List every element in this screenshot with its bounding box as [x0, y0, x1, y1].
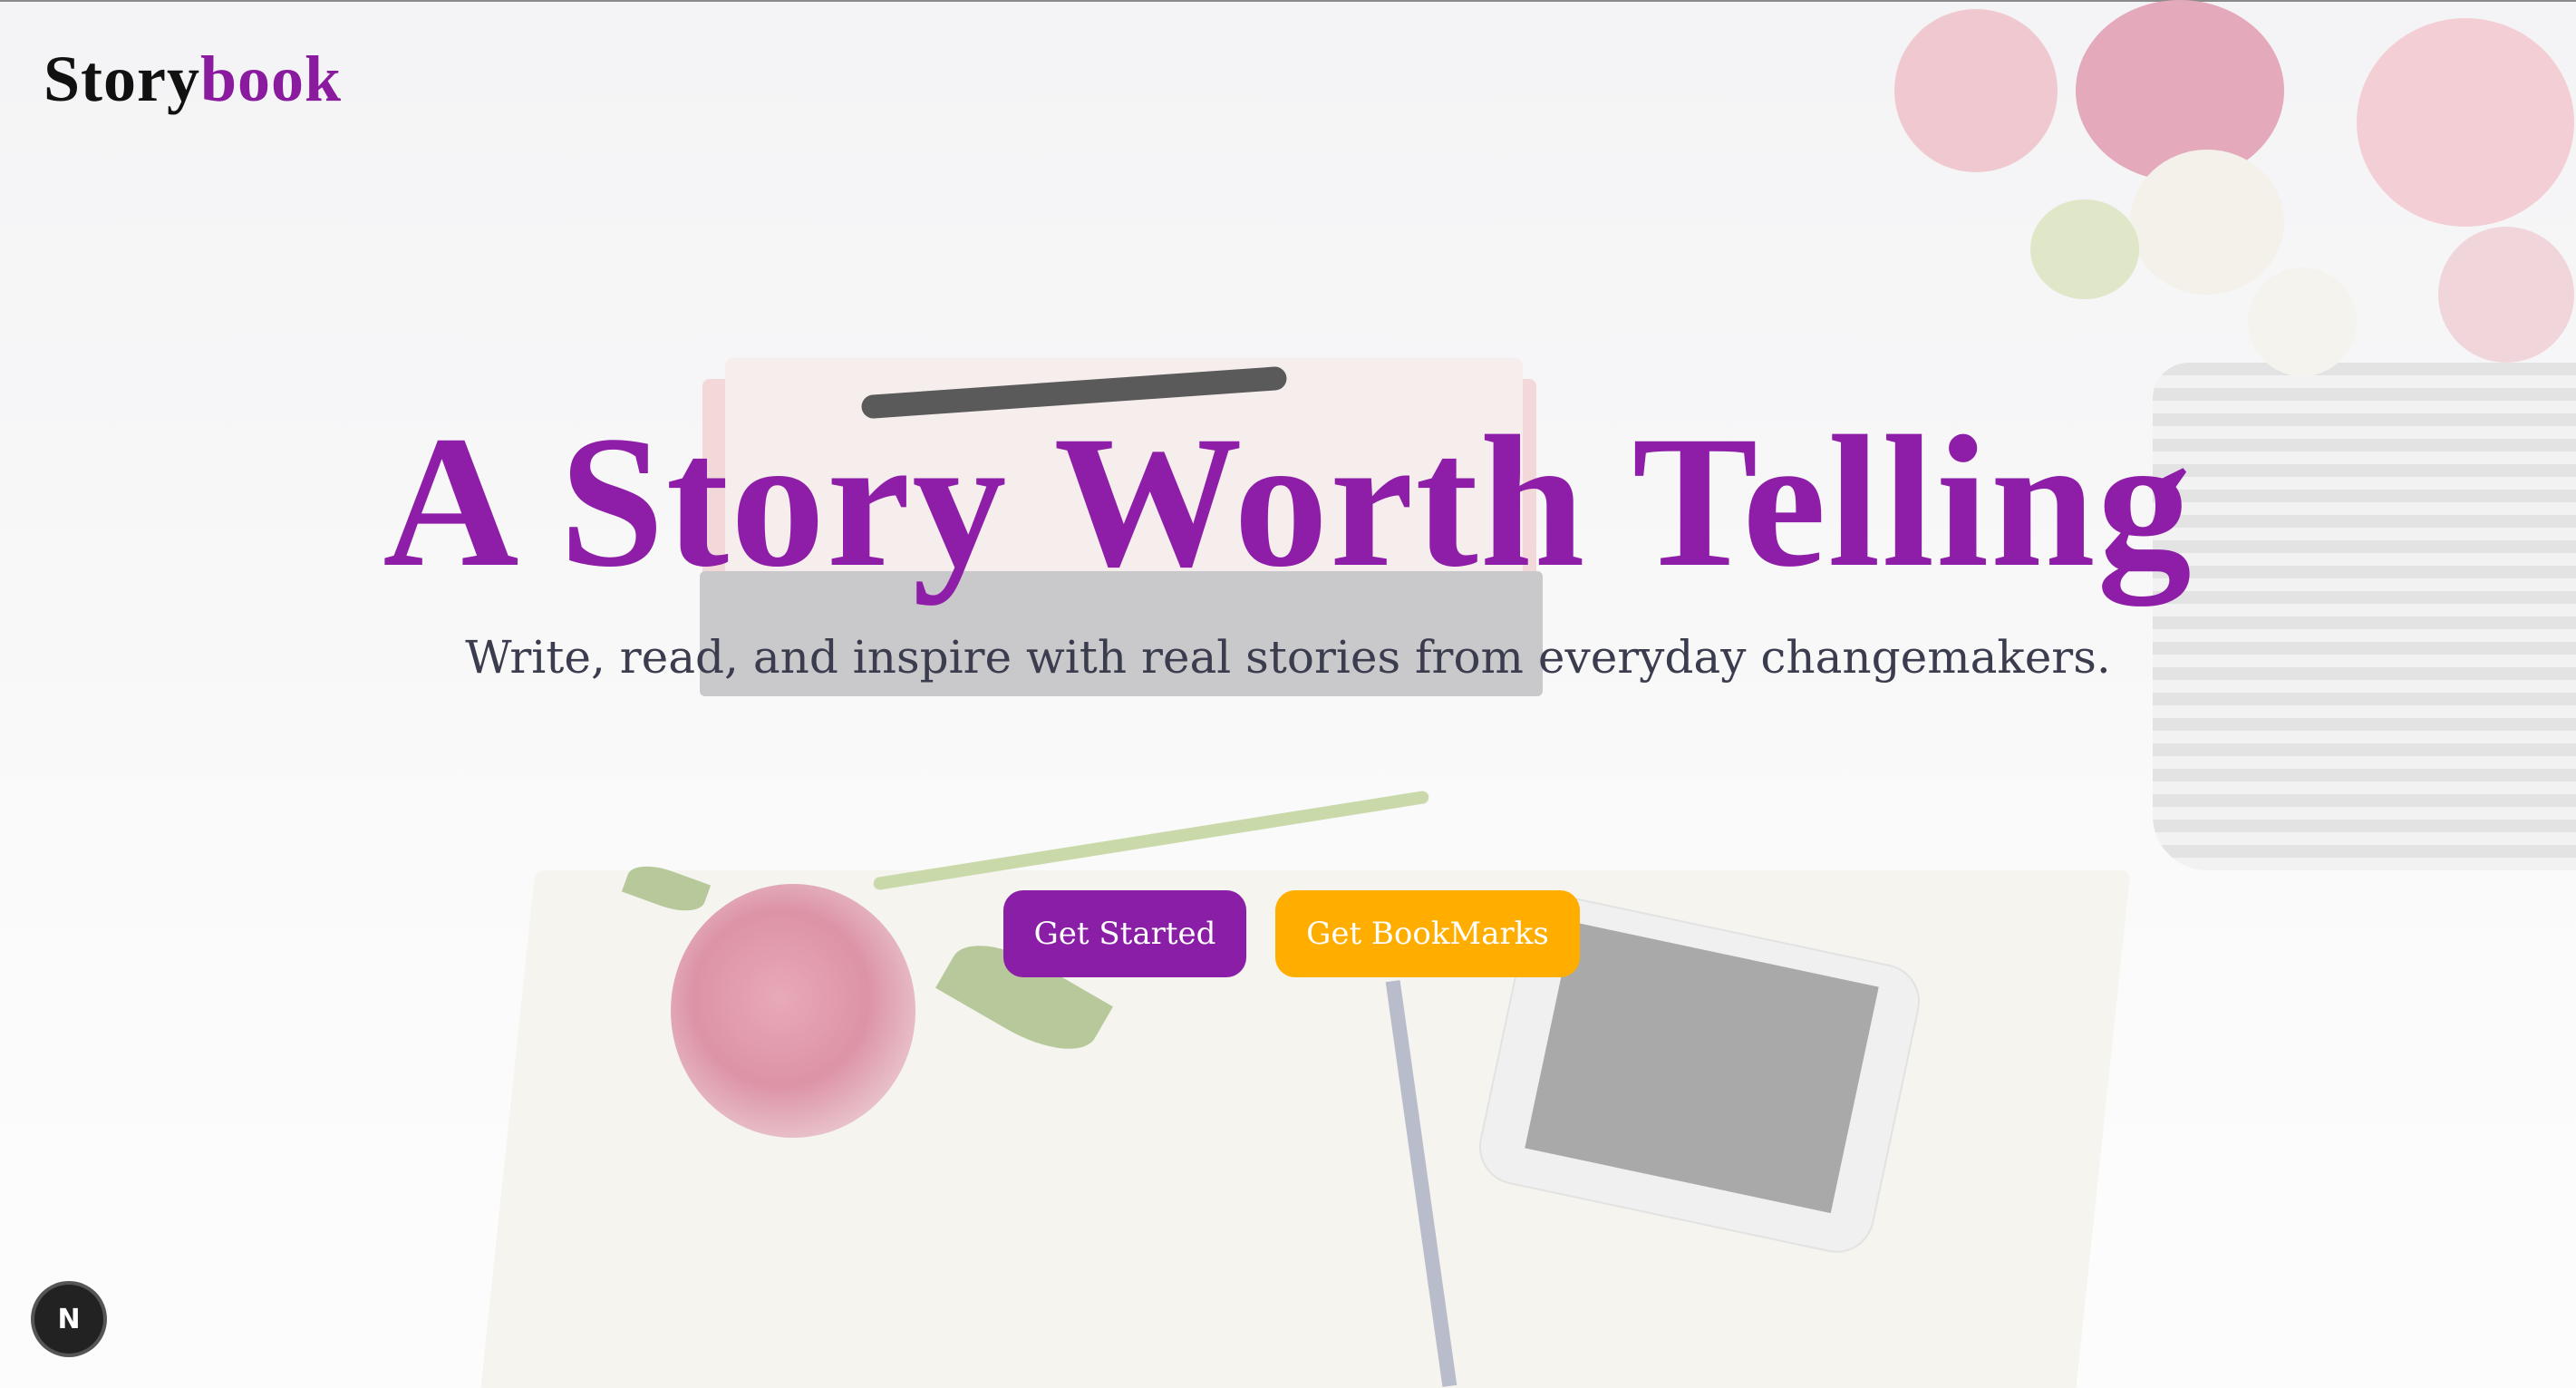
- hero-title: A Story Worth Telling: [383, 397, 2193, 606]
- hero-background-image: [0, 0, 2576, 1388]
- rose: [671, 884, 915, 1138]
- flower: [2030, 199, 2139, 299]
- nextjs-icon: N: [57, 1303, 81, 1335]
- flower: [2357, 18, 2574, 227]
- flower: [2438, 227, 2574, 363]
- nextjs-dev-indicator[interactable]: N: [34, 1285, 103, 1354]
- flower: [2248, 267, 2357, 376]
- get-bookmarks-button[interactable]: Get BookMarks: [1275, 890, 1580, 977]
- logo-text-story: Story: [44, 43, 200, 115]
- flower: [1894, 9, 2058, 172]
- get-started-button[interactable]: Get Started: [1003, 890, 1246, 977]
- landing-page: Storybook A Story Worth Telling Write, r…: [0, 0, 2576, 1388]
- logo-text-book: book: [199, 43, 343, 115]
- hero-subtitle: Write, read, and inspire with real stori…: [465, 631, 2111, 684]
- brand-logo[interactable]: Storybook: [44, 38, 342, 120]
- flower: [2130, 150, 2284, 295]
